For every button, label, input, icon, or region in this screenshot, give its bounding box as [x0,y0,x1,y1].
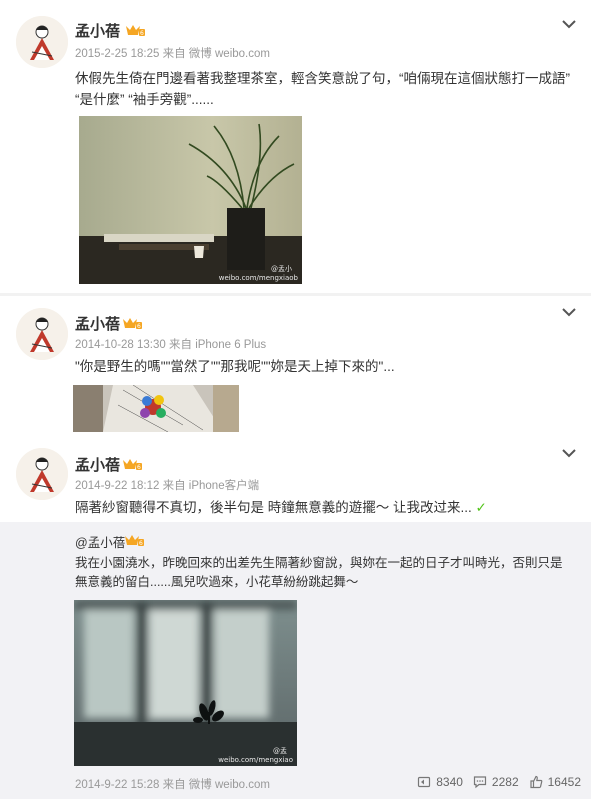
post-image[interactable] [73,385,239,432]
post-text: "你是野生的嗎""當然了""那我呢""妳是天上掉下來的"... [75,359,395,374]
chevron-down-icon[interactable] [561,306,577,318]
post-2: 孟小蓓 6 2014-10-28 13:30 来自 iPhone 6 Plus … [0,296,591,436]
post-meta: 2014-9-22 18:12 来自 iPhone客户端 [75,480,260,492]
image-watermark-handle: @孟 [273,747,287,755]
repost-button[interactable]: 8340 [417,775,463,789]
author-name[interactable]: 孟小蓓 [75,20,120,41]
chevron-down-icon[interactable] [561,18,577,30]
vip-badge-icon: 6 [123,459,142,471]
vip-badge-icon: 6 [126,25,145,37]
repost-author[interactable]: @孟小蓓 [75,532,125,551]
comment-button[interactable]: 2282 [473,775,519,789]
post-image[interactable]: @孟小 weibo.com/mengxiaob [79,116,302,284]
repost-text: 我在小園澆水，昨晚回來的出差先生隔著紗窗說，與妳在一起的日子才叫時光，否則只是無… [75,556,563,589]
like-count: 16452 [547,775,581,789]
svg-text:6: 6 [139,540,143,547]
repost-card[interactable]: @孟小蓓 6 我在小園澆水，昨晚回來的出差先生隔著紗窗說，與妳在一起的日子才叫時… [0,522,591,768]
avatar[interactable] [16,448,68,500]
post-3: 孟小蓓 6 2014-9-22 18:12 来自 iPhone客户端 隔著紗窗聽… [0,436,591,522]
chevron-down-icon[interactable] [561,447,577,459]
flower-window-photo [74,600,297,766]
image-watermark-handle: @孟小 [271,265,292,273]
repost-count: 8340 [436,775,463,789]
like-button[interactable]: 16452 [529,775,581,789]
post-text: 隔著紗窗聽得不真切，後半句是 時鐘無意義的遊擺～ 让我改过来... ✓ [75,497,575,519]
post-meta: 2014-10-28 13:30 来自 iPhone 6 Plus [75,339,267,351]
avatar[interactable] [16,16,68,68]
post-text: 休假先生倚在門邊看著我整理茶室，輕含笑意說了句，“咱倆現在這個狀態打一成語” “… [75,71,570,107]
post-meta: 2015-2-25 18:25 来自 微博 weibo.com [75,48,270,60]
post-text-content: 隔著紗窗聽得不真切，後半句是 時鐘無意義的遊擺～ 让我改过来... [75,500,472,515]
repost-image[interactable]: @孟 weibo.com/mengxiao [74,600,297,766]
svg-text:6: 6 [140,30,144,37]
action-bar: 8340 2282 16452 [417,775,581,789]
author-name[interactable]: 孟小蓓 [75,454,120,475]
orchid-photo [79,116,302,284]
image-watermark: weibo.com/mengxiaob [218,274,298,282]
check-icon: ✓ [475,500,487,516]
vip-badge-icon: 6 [123,318,142,330]
svg-text:6: 6 [137,464,141,471]
repost-footer: 2014-9-22 15:28 来自 微博 weibo.com 8340 228… [0,768,591,799]
svg-text:6: 6 [137,323,141,330]
comment-icon [473,776,487,789]
image-watermark: weibo.com/mengxiao [218,756,293,764]
painting-photo [73,385,239,432]
repost-author-name: @孟小蓓 [75,536,126,550]
thumbs-up-icon [530,775,542,789]
avatar[interactable] [16,308,68,360]
vip-badge-icon: 6 [125,535,144,547]
repost-icon [418,776,431,788]
author-name[interactable]: 孟小蓓 [75,313,120,334]
comment-count: 2282 [491,775,519,789]
repost-meta: 2014-9-22 15:28 来自 微博 weibo.com [75,779,270,791]
post-1: 孟小蓓 6 2015-2-25 18:25 来自 微博 weibo.com 休假… [0,0,591,293]
